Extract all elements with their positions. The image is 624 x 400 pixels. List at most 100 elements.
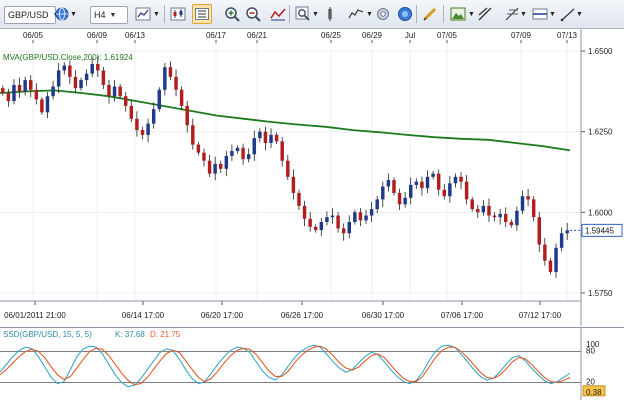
candle-body <box>364 215 368 221</box>
mva-indicator-label: MVA(GBP/USD.Close,200): 1.61924 <box>3 53 133 62</box>
candle-body <box>431 173 435 177</box>
oscillator-tick-label: 80 <box>586 346 595 355</box>
candle-body <box>347 221 351 234</box>
chevron-down-icon[interactable]: ▼ <box>549 4 556 24</box>
settings-gear-icon[interactable] <box>373 4 393 24</box>
candle-body <box>73 76 78 89</box>
symbol-label: GBP/USD <box>8 10 49 20</box>
price-tick-label: 1.5750 <box>588 289 613 298</box>
chevron-down-icon[interactable]: ▼ <box>70 4 77 24</box>
oscillator-chart[interactable]: SSD(GBP/USD, 15, 5, 5) K: 37.68 D: 21.75… <box>0 327 624 400</box>
candle-body <box>241 147 245 160</box>
candle-body <box>246 154 251 160</box>
price-tick-label: 1.6000 <box>588 208 613 217</box>
chevron-down-icon[interactable]: ▼ <box>468 4 475 24</box>
search-icon[interactable] <box>293 4 313 24</box>
fibonacci-icon[interactable] <box>502 4 522 24</box>
candle-body <box>224 155 229 169</box>
top-date-label: 06/21 <box>247 31 268 40</box>
candle-body <box>453 176 458 184</box>
top-date-label: Jul <box>405 31 415 40</box>
candle-body <box>375 199 379 210</box>
candle-body <box>358 212 363 221</box>
candle-body <box>252 138 256 155</box>
candle-body <box>151 109 156 124</box>
price-tick-label: 1.6500 <box>588 47 613 56</box>
line-tool-icon[interactable] <box>475 4 495 24</box>
candle-body <box>470 199 474 210</box>
bar-chart-type-icon[interactable] <box>133 4 153 24</box>
candle-body <box>191 125 195 145</box>
globe-icon[interactable] <box>395 4 415 24</box>
top-date-label: 07/13 <box>557 31 578 40</box>
candle-body <box>314 226 318 231</box>
chevron-down-icon[interactable]: ▼ <box>366 4 373 24</box>
candle-body <box>330 215 335 218</box>
chevron-down-icon[interactable]: ▼ <box>312 4 319 24</box>
candle-body <box>280 141 284 161</box>
candle-body <box>425 176 430 189</box>
horizontal-line-icon[interactable] <box>530 4 550 24</box>
candle-body <box>481 205 486 213</box>
candle-body <box>56 70 61 87</box>
chevron-down-icon[interactable]: ▼ <box>153 4 160 24</box>
candle-body <box>297 192 301 206</box>
price-chart[interactable]: 06/05 06/09 06/13 06/17 06/21 06/25 06/29 Jul 07… <box>0 29 624 326</box>
candle-body <box>174 76 178 90</box>
candle-body <box>17 84 22 92</box>
chevron-down-icon[interactable]: ▼ <box>520 4 527 24</box>
image-snapshot-icon[interactable] <box>448 4 468 24</box>
timeframe-select[interactable]: H4 ▼ <box>90 6 128 24</box>
candle-body <box>51 86 55 97</box>
candle-body <box>459 176 463 182</box>
candle-body <box>386 180 391 187</box>
candle-body <box>207 160 212 174</box>
candle-body <box>12 84 16 102</box>
top-date-label: 07/05 <box>437 31 458 40</box>
candle-body <box>62 65 66 71</box>
bottom-date-label: 06/01/2011 21:00 <box>4 311 66 320</box>
candle-body <box>336 215 340 229</box>
candle-body <box>219 163 223 169</box>
k-value-label: K: 37.68 <box>115 330 145 339</box>
candle-body <box>68 65 72 77</box>
candle-body <box>409 184 413 198</box>
bottom-date-label: 06/26 17:00 <box>281 311 324 320</box>
chevron-down-icon[interactable]: ▼ <box>576 4 583 24</box>
candle-body <box>101 70 106 85</box>
candle-body <box>45 96 50 113</box>
candle-body <box>90 63 94 74</box>
drawing-pencil-icon[interactable] <box>420 4 440 24</box>
candle-body <box>274 134 279 142</box>
candle-body <box>157 89 161 110</box>
candle-body <box>34 89 39 100</box>
d-value-label: D: 21.75 <box>150 330 181 339</box>
candle-body <box>520 196 525 211</box>
top-date-label: 06/29 <box>362 31 383 40</box>
candle-body <box>269 134 273 143</box>
zoom-in-icon[interactable] <box>222 4 242 24</box>
candle-body <box>531 199 536 218</box>
indicator-list-icon[interactable] <box>346 4 366 24</box>
chart-toolbar: GBP/USD ▼ ▼ H4 ▼ ▼ ▼ ▼ <box>0 0 624 29</box>
top-date-label: 07/09 <box>511 31 532 40</box>
globe-icon[interactable] <box>52 4 72 24</box>
candle-body <box>286 160 290 177</box>
zoom-out-icon[interactable] <box>243 4 263 24</box>
candle-body <box>526 196 530 200</box>
candle-body <box>235 147 240 152</box>
price-tick-label: 1.6250 <box>588 128 613 137</box>
candle-body <box>476 209 480 213</box>
candle-body <box>135 118 139 131</box>
insert-pointer-icon[interactable] <box>320 4 340 24</box>
active-chart-style-icon[interactable] <box>192 4 212 24</box>
oscillator-tick-label: 0.38 <box>586 388 602 397</box>
candle-body <box>464 181 469 200</box>
symbol-select[interactable]: GBP/USD ▼ <box>4 6 59 24</box>
timeframe-label: H4 <box>94 10 106 20</box>
last-price-tag: 1.59445 <box>581 223 623 237</box>
indicator-icon[interactable] <box>268 4 288 24</box>
candle-chart-icon[interactable] <box>168 4 188 24</box>
trendline-icon[interactable] <box>558 4 578 24</box>
candle-body <box>397 192 402 205</box>
